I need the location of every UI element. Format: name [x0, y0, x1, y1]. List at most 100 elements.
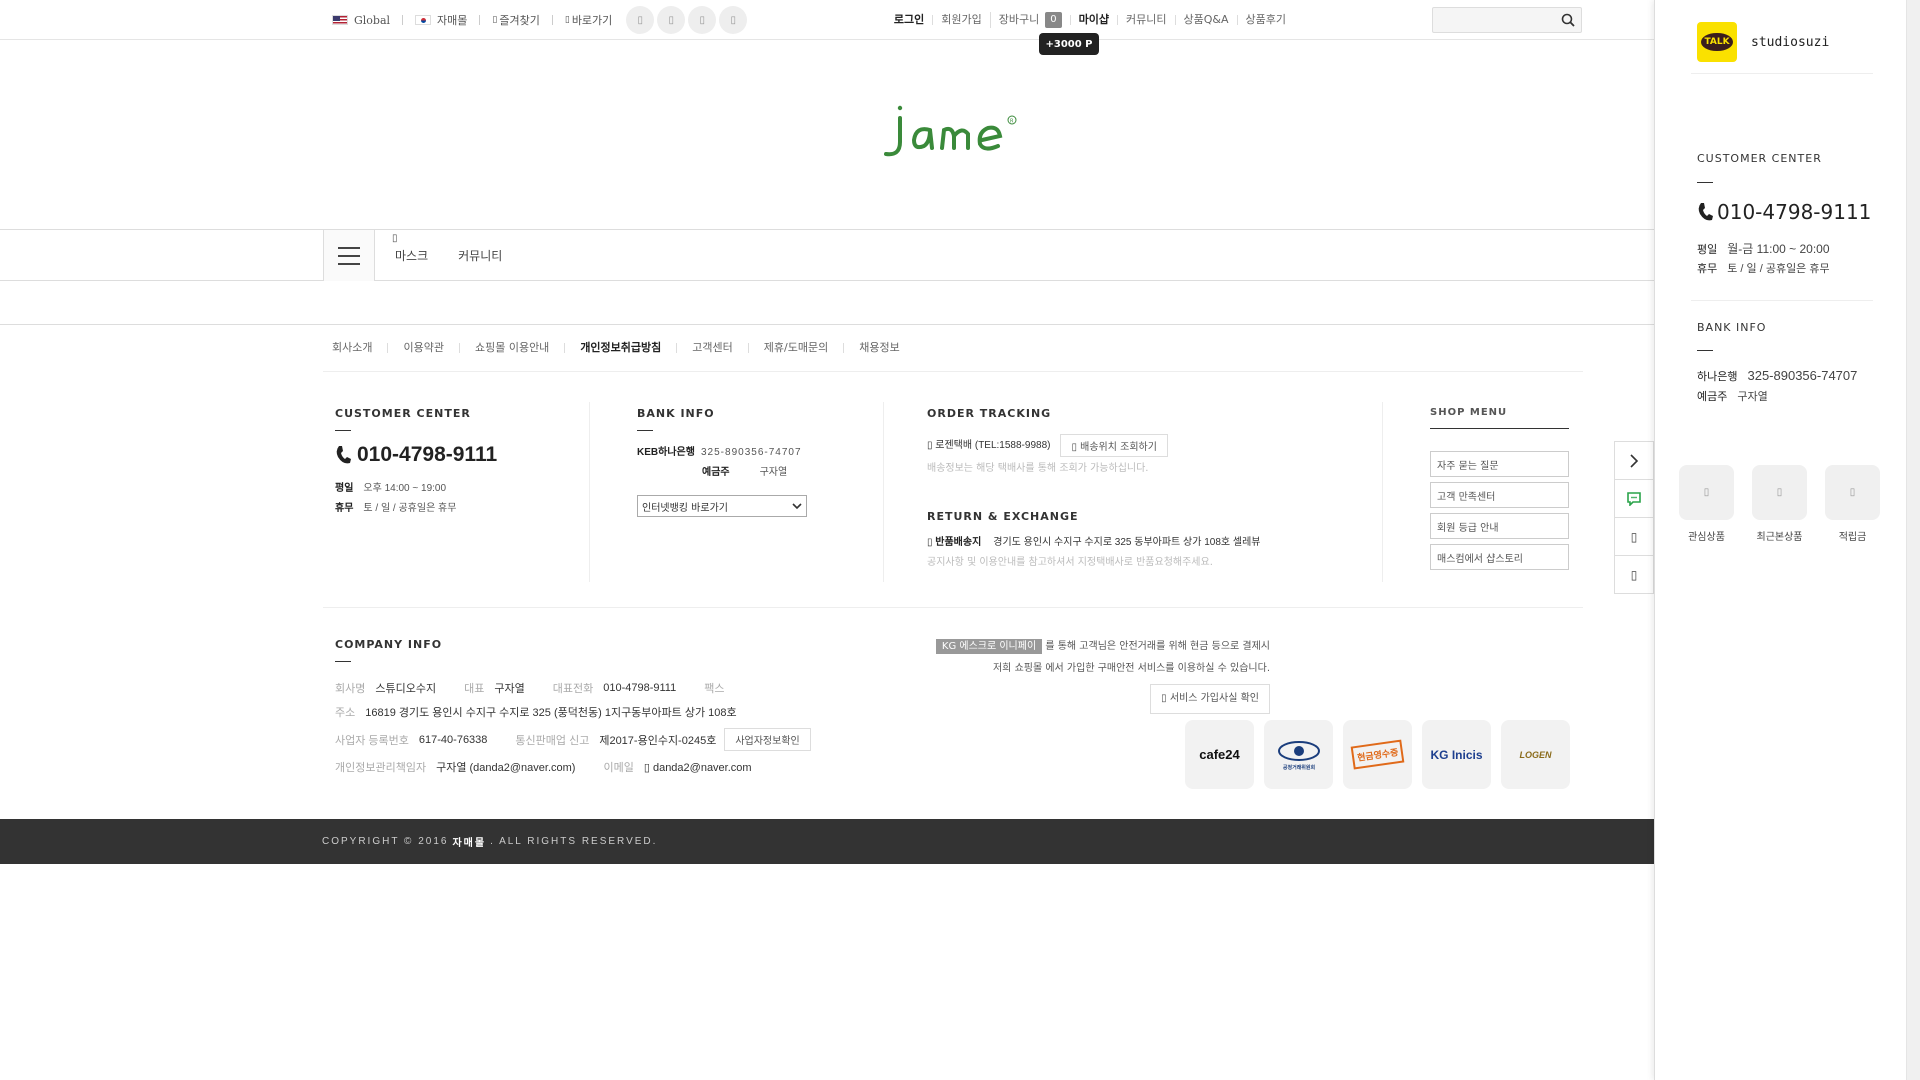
- side-quick-icons: ▯ 관심상품 ▯ 최근본상품 ▯ 적립금: [1679, 465, 1880, 543]
- shop-menu-grade[interactable]: 회원 등급 안내: [1430, 513, 1569, 539]
- side-tabs: ▯ ▯: [1614, 441, 1654, 594]
- kakao-channel-name[interactable]: studiosuzi: [1751, 35, 1829, 50]
- kakao-talk-label: TALK: [1701, 33, 1733, 51]
- scroll-bottom-button[interactable]: ▯: [1614, 555, 1654, 594]
- ftc-eye-icon: 공정거래위원회: [1277, 740, 1320, 771]
- cash-receipt-text: 현금영수증: [1350, 739, 1405, 770]
- company-name: 스튜디오수지: [375, 683, 437, 695]
- instagram-icon[interactable]: ▯: [657, 6, 686, 34]
- review-link[interactable]: 상품후기: [1236, 14, 1294, 25]
- divider: [551, 15, 553, 25]
- menu-bar: [338, 246, 360, 249]
- bookmark-link[interactable]: ▯ 즐겨찾기: [492, 12, 539, 28]
- weekday-label: 평일: [335, 483, 354, 494]
- footer-link-about[interactable]: 회사소개: [332, 342, 387, 353]
- point-tooltip: +3000 P: [1039, 33, 1099, 55]
- shortcut-link[interactable]: ▯ 바로가기: [565, 12, 612, 28]
- holder-name: 구자열: [759, 467, 788, 478]
- shop-menu-faq[interactable]: 자주 묻는 질문: [1430, 451, 1569, 477]
- footer-link-partnership[interactable]: 제휴/도매문의: [747, 342, 843, 353]
- email-label: 이메일: [603, 762, 634, 774]
- biz-check-button[interactable]: 사업자정보확인: [724, 728, 811, 751]
- customer-hours: 평일 오후 14:00 ~ 19:00 휴무 토 / 일 / 공휴일은 휴무: [335, 479, 497, 519]
- ftc-badge[interactable]: 공정거래위원회: [1264, 720, 1333, 789]
- nav-items: 마스크 커뮤니티: [395, 230, 532, 281]
- shop-menu-press[interactable]: 매스컴에서 샵스토리: [1430, 544, 1569, 570]
- copyright-bar: COPYRIGHT © 2016 자매몰 . ALL RIGHTS RESERV…: [0, 819, 1654, 864]
- cart-link[interactable]: 장바구니 0: [989, 12, 1070, 28]
- recent-items-button[interactable]: ▯ 최근본상품: [1752, 465, 1807, 543]
- divider: [883, 402, 884, 582]
- divider: [637, 430, 653, 431]
- email-link[interactable]: ▯ danda2@naver.com: [644, 761, 752, 774]
- return-address: 경기도 용인시 수지구 수지로 325 동부아파트 상가 108호 셀레뷰: [993, 537, 1261, 548]
- weekday-hours: 오후 14:00 ~ 19:00: [363, 483, 447, 494]
- recent-items-label: 최근본상품: [1756, 532, 1803, 543]
- copyright-name: 자매몰: [452, 838, 487, 849]
- top-bar-left: Global 자매몰 ▯ 즐겨찾기 ▯ 바로가기 ▯ ▯ ▯ ▯: [332, 0, 748, 40]
- jame-logo[interactable]: R: [878, 100, 1028, 165]
- login-link[interactable]: 로그인: [886, 14, 932, 25]
- privacy-officer-label: 개인정보관리책임자: [335, 762, 427, 774]
- track-delivery-button[interactable]: ▯ 배송위치 조회하기: [1060, 434, 1168, 457]
- side-phone: 010-4798-9111: [1697, 200, 1871, 224]
- escrow-line-1: 를 통해 고객님은 안전거래를 위해 현금 등으로 결제시: [1045, 641, 1270, 652]
- phone-icon: [336, 446, 351, 464]
- kakaostory-icon[interactable]: ▯: [719, 6, 748, 34]
- side-holiday-text: 토 / 일 / 공휴일은 휴무: [1727, 263, 1830, 275]
- points-button[interactable]: ▯ 적립금: [1825, 465, 1880, 543]
- sns-links: ▯ ▯ ▯ ▯: [626, 6, 748, 34]
- logen-badge[interactable]: LOGEN: [1501, 720, 1570, 789]
- wishlist-button[interactable]: ▯ 관심상품: [1679, 465, 1734, 543]
- qna-link[interactable]: 상품Q&A: [1174, 14, 1237, 25]
- cash-receipt-badge[interactable]: 현금영수증: [1343, 720, 1412, 789]
- search-icon[interactable]: [1561, 13, 1575, 27]
- category-menu-button[interactable]: [323, 230, 375, 281]
- page: Global 자매몰 ▯ 즐겨찾기 ▯ 바로가기 ▯ ▯ ▯ ▯ 로그인 회원가입 …: [0, 0, 1654, 1080]
- kakao-talk-icon[interactable]: TALK: [1697, 22, 1737, 62]
- mall-link[interactable]: 자매몰: [415, 12, 467, 28]
- privacy-officer: 구자열 (danda2@naver.com): [436, 762, 576, 774]
- divider: [1697, 350, 1713, 351]
- points-label: 적립금: [1838, 532, 1867, 543]
- community-link[interactable]: 커뮤니티: [1117, 14, 1174, 25]
- search-box[interactable]: [1432, 7, 1582, 33]
- panel-toggle-button[interactable]: [1614, 441, 1654, 480]
- blog-icon[interactable]: ▯: [688, 6, 717, 34]
- chat-button[interactable]: [1614, 479, 1654, 518]
- customer-center: CUSTOMER CENTER 010-4798-9111 평일 오후 14:00…: [335, 407, 497, 519]
- customer-phone-number: 010-4798-9111: [357, 443, 498, 466]
- internet-banking-select[interactable]: 인터넷뱅킹 바로가기: [637, 495, 807, 517]
- escrow-check-button[interactable]: ▯ 서비스 가입사실 확인: [1150, 684, 1270, 714]
- bank-holder: 예금주 구자열: [637, 463, 807, 483]
- footer-link-terms[interactable]: 이용약관: [387, 342, 458, 353]
- divider: [323, 607, 1583, 608]
- shop-menu-cs[interactable]: 고객 만족센터: [1430, 482, 1569, 508]
- footer-link-cs[interactable]: 고객센터: [676, 342, 747, 353]
- star-icon: ▯: [492, 15, 498, 25]
- ftc-text: 공정거래위원회: [1282, 764, 1315, 771]
- kg-inicis-badge[interactable]: KG Inicis: [1422, 720, 1491, 789]
- nav-item-community[interactable]: 커뮤니티: [458, 247, 502, 264]
- join-link[interactable]: 회원가입: [932, 14, 989, 25]
- facebook-icon[interactable]: ▯: [626, 6, 655, 34]
- phone-icon: [1698, 203, 1713, 221]
- main-nav: ▯ 마스크 커뮤니티: [0, 229, 1654, 281]
- scroll-top-button[interactable]: ▯: [1614, 517, 1654, 556]
- divider: [1382, 402, 1383, 582]
- return-note: 공지사항 및 이용안내를 참고하셔서 지정택배사로 반품요청해주세요.: [927, 557, 1213, 568]
- nav-item-mask[interactable]: 마스크: [395, 247, 428, 264]
- mypage-link[interactable]: 마이샵: [1069, 14, 1117, 25]
- footer-link-recruit[interactable]: 채용정보: [843, 342, 914, 353]
- divider: [335, 430, 351, 431]
- cafe24-badge[interactable]: cafe24: [1185, 720, 1254, 789]
- holiday-text: 토 / 일 / 공휴일은 휴무: [363, 503, 457, 514]
- shortcut-label: 바로가기: [571, 14, 613, 27]
- company-row-3: 사업자 등록번호 617-40-76338 통신판매업 신고 제2017-용인수지-…: [335, 728, 955, 751]
- global-link[interactable]: Global: [332, 14, 390, 27]
- scrollbar[interactable]: [1906, 0, 1920, 1080]
- footer-link-guide[interactable]: 쇼핑몰 이용안내: [458, 342, 564, 353]
- side-bank-name: 하나은행: [1697, 371, 1738, 383]
- escrow-tag[interactable]: KG 에스크로 이니페이: [935, 639, 1043, 654]
- footer-link-privacy[interactable]: 개인정보취급방침: [564, 342, 676, 353]
